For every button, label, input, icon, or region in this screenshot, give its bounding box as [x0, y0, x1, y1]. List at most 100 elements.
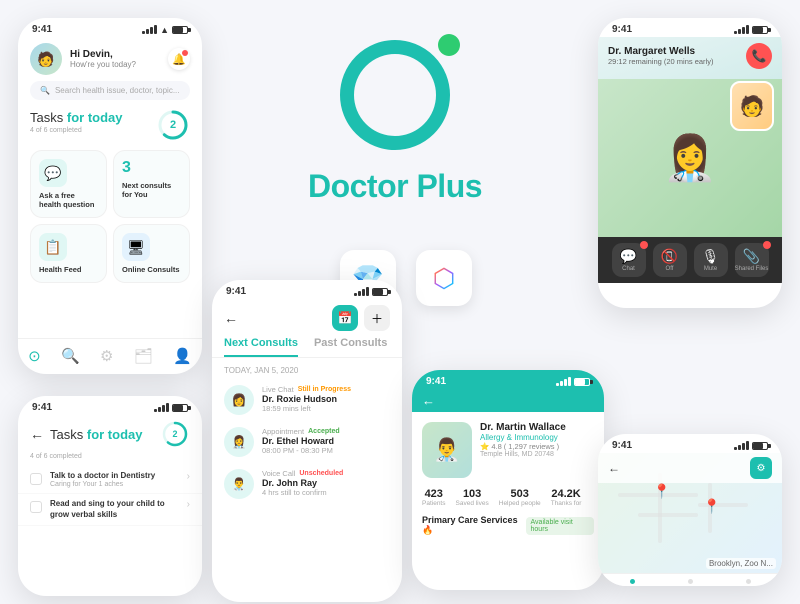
search-placeholder: Search health issue, doctor, topic... — [55, 86, 180, 95]
consult-name-3: Dr. John Ray — [262, 478, 390, 488]
consult-item-1[interactable]: 👩 Live Chat Still in Progress Dr. Roxie … — [212, 379, 402, 421]
call-header: Dr. Margaret Wells 29:12 remaining (20 m… — [598, 37, 782, 75]
map-pin-1[interactable]: 📍 — [653, 483, 670, 500]
chat-badge — [640, 241, 648, 249]
consult-avatar-3: 👨‍⚕️ — [224, 469, 254, 499]
tab-past-consults[interactable]: Past Consults — [314, 337, 387, 357]
greeting-text: Hi Devin, How're you today? — [70, 49, 160, 69]
nav-search-icon[interactable]: 🔍 — [61, 347, 80, 365]
calendar-icon-btn[interactable]: 📅 — [332, 305, 358, 331]
availability-badge: Available visit hours — [526, 517, 594, 535]
consults-num: 3 — [122, 159, 131, 177]
signal-icon-5 — [734, 25, 749, 34]
nav-profile-icon[interactable]: 👤 — [173, 347, 192, 365]
back-button-4[interactable]: ← — [422, 393, 435, 408]
consult-avatar-1: 👩 — [224, 385, 254, 415]
phone4-doctor-profile: 9:41 ← 👨‍⚕️ Dr. Martin Wallace Allergy &… — [412, 370, 604, 590]
quick-action-consults[interactable]: 3 Next consults for You — [113, 150, 190, 218]
signal-icon-6 — [734, 441, 749, 450]
battery-icon-5 — [752, 26, 768, 34]
tasks-section: Tasks for today 4 of 6 completed 2 — [18, 108, 202, 142]
map-view[interactable]: 📍 📍 ← ⚙ Brooklyn, Zoo N... — [598, 453, 782, 573]
p4-header: ← — [412, 389, 604, 412]
tab-next-consults[interactable]: Next Consults — [224, 337, 298, 357]
phone2-tasks: 9:41 ← Tasks for today 2 4 of 6 complete… — [18, 396, 202, 596]
battery-icon-2 — [172, 404, 188, 412]
consult-status-3: Unscheduled — [299, 470, 343, 477]
p2-tasks-sub: 4 of 6 completed — [18, 453, 202, 460]
shared-files-btn[interactable]: 📎 Shared Files — [735, 243, 769, 277]
tasks-header-row: Tasks for today 4 of 6 completed 2 — [30, 108, 190, 142]
nav-settings-icon[interactable]: ⚙ — [100, 347, 113, 365]
map-pin-2[interactable]: 📍 — [703, 498, 720, 515]
call-controls: 💬 Chat 📵 Off 🎙 Mute 📎 Shared Files — [598, 237, 782, 283]
files-badge — [763, 241, 771, 249]
status-bar-2: 9:41 — [18, 396, 202, 415]
consult-status-1: Still in Progress — [298, 386, 351, 393]
doctor-specialty: Allergy & Immunology — [480, 433, 594, 442]
p2-tasks-title: Tasks for today — [50, 427, 142, 442]
notification-bell[interactable]: 🔔 — [168, 48, 190, 70]
tasks-title: Tasks for today — [30, 110, 123, 125]
mute-btn[interactable]: 🎙 Mute — [694, 243, 728, 277]
feed-icon: 📋 — [39, 233, 67, 261]
stat-thanks: 24.2K Thanks for — [551, 488, 582, 507]
user-avatar: 🧑 — [30, 43, 62, 75]
back-button-2[interactable]: ← — [30, 426, 44, 442]
back-button-6[interactable]: ← — [608, 461, 620, 475]
back-button-3[interactable]: ← — [224, 310, 238, 326]
doctor-avatar: 👨‍⚕️ — [422, 422, 472, 478]
consults-date: TODAY, JAN 5, 2020 — [212, 366, 402, 379]
chat-control-btn[interactable]: 💬 Chat — [612, 243, 646, 277]
status-icons-1: ▲ — [142, 25, 188, 35]
task-item-1[interactable]: Talk to a doctor in Dentistry Caring for… — [18, 466, 202, 494]
video-off-btn[interactable]: 📵 Off — [653, 243, 687, 277]
teal-ring — [340, 40, 450, 150]
end-call-button[interactable]: 📞 — [746, 43, 772, 69]
mute-ctrl-icon: 🎙 — [702, 248, 720, 265]
quick-action-feed[interactable]: 📋 Health Feed — [30, 224, 107, 283]
greeting-hi: Hi Devin, — [70, 49, 160, 60]
consults-tabs: Next Consults Past Consults — [212, 337, 402, 358]
nav-home-icon[interactable]: ⊙ — [28, 347, 41, 365]
consult-time-3: 4 hrs still to confirm — [262, 488, 390, 497]
battery-icon-3 — [372, 288, 388, 296]
consult-type-3: Voice Call Unscheduled — [262, 469, 390, 478]
figma-icon: ⬡ — [433, 263, 456, 294]
phone5-video-call: 9:41 Dr. Margaret Wells 29:12 remaining … — [598, 18, 782, 308]
stat-saved: 103 Saved lives — [456, 488, 489, 507]
task-text-1: Talk to a doctor in Dentistry — [50, 471, 179, 481]
status-bar-3: 9:41 — [212, 280, 402, 299]
nav-records-icon[interactable]: 🗂 — [134, 347, 153, 365]
phone6-map: 9:41 📍 📍 ← ⚙ Brooklyn, Zoo N... — [598, 434, 782, 586]
figma-icon-box: ⬡ — [416, 250, 472, 306]
status-bar-4: 9:41 — [412, 370, 604, 389]
signal-icon-2 — [154, 403, 169, 412]
search-bar[interactable]: 🔍 Search health issue, doctor, topic... — [30, 81, 190, 100]
video-ctrl-icon: 📵 — [661, 248, 678, 265]
consult-item-3[interactable]: 👨‍⚕️ Voice Call Unscheduled Dr. John Ray… — [212, 463, 402, 505]
task-item-2[interactable]: Read and sing to your child to grow verb… — [18, 494, 202, 526]
consult-type-2: Appointment Accepted — [262, 427, 390, 436]
quick-action-chat[interactable]: 💬 Ask a free health question — [30, 150, 107, 218]
filter-button[interactable]: ⚙ — [750, 457, 772, 479]
consult-time-1: 18:59 mins left — [262, 404, 390, 413]
status-time-2: 9:41 — [32, 402, 52, 413]
services-row: Primary Care Services 🔥 Available visit … — [412, 515, 604, 536]
task-checkbox-2[interactable] — [30, 501, 42, 513]
quick-action-online[interactable]: 🖥 Online Consults — [113, 224, 190, 283]
task-checkbox-1[interactable] — [30, 473, 42, 485]
call-status: 29:12 remaining (20 mins early) — [608, 57, 713, 66]
status-time-4: 9:41 — [426, 376, 446, 387]
p2-task-count: 2 — [172, 429, 177, 439]
stat-helped: 503 Helped people — [499, 488, 541, 507]
files-ctrl-label: Shared Files — [735, 266, 769, 272]
chat-icon: 💬 — [39, 159, 67, 187]
status-time-3: 9:41 — [226, 286, 246, 297]
search-icon: 🔍 — [40, 86, 50, 95]
consult-item-2[interactable]: 👩‍⚕️ Appointment Accepted Dr. Ethel Howa… — [212, 421, 402, 463]
battery-icon-6 — [752, 442, 768, 450]
consult-status-2: Accepted — [308, 428, 340, 435]
add-consult-btn[interactable]: ＋ — [364, 305, 390, 331]
battery-icon-4 — [574, 378, 590, 386]
